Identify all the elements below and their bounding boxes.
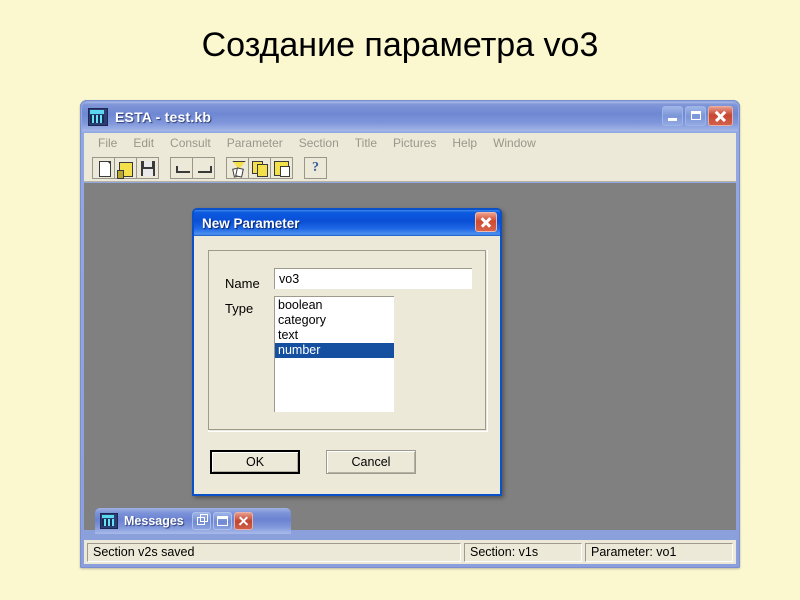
menu-item-help[interactable]: Help [444,135,485,152]
maximize-icon [691,111,701,120]
save-floppy-icon [141,160,155,176]
menu-item-parameter[interactable]: Parameter [219,135,291,152]
open-button[interactable] [114,156,137,179]
toolbar-group-file [92,156,159,179]
redo-button[interactable] [192,156,215,179]
dialog-close-button[interactable] [475,212,497,232]
cancel-button[interactable]: Cancel [326,450,416,474]
menu-item-consult[interactable]: Consult [162,135,219,152]
list-item[interactable]: boolean [275,298,394,313]
dialog-title: New Parameter [202,215,300,231]
dialog-body: Name vo3 Type boolean category text numb… [194,236,500,494]
maximize-icon [216,516,228,526]
toolbar-group-clipboard [226,156,293,179]
cut-button[interactable] [226,156,249,179]
window-frame: ESTA - test.kb File Edit Consult Paramet… [80,100,740,568]
status-parameter: Parameter: vo1 [585,542,733,562]
type-listbox[interactable]: boolean category text number [274,296,394,412]
help-button[interactable]: ? [304,156,327,179]
close-button[interactable] [708,106,733,126]
menu-item-section[interactable]: Section [291,135,347,152]
save-button[interactable] [136,156,159,179]
new-document-button[interactable] [92,156,115,179]
close-icon [714,110,727,122]
mdi-client-area: New Parameter Name vo3 Type boolean cate… [84,183,736,534]
dialog-titlebar[interactable]: New Parameter [194,210,500,236]
page-title: Создание параметра vo3 [201,26,599,64]
status-section: Section: v1s [464,542,582,562]
toolbar: ? [84,154,736,182]
close-icon [480,217,492,228]
redo-icon [196,163,212,174]
list-item-selected[interactable]: number [275,343,394,358]
status-bar: Section v2s saved Section: v1s Parameter… [84,540,736,564]
window-titlebar[interactable]: ESTA - test.kb [82,102,738,132]
menu-item-edit[interactable]: Edit [125,135,162,152]
undo-button[interactable] [170,156,193,179]
menu-item-file[interactable]: File [90,135,125,152]
messages-maximize-button[interactable] [212,512,232,530]
list-item[interactable]: text [275,328,394,343]
menu-item-window[interactable]: Window [485,135,544,152]
menu-item-title[interactable]: Title [347,135,385,152]
messages-restore-button[interactable] [191,512,211,530]
name-label: Name [225,276,260,291]
minimize-icon [668,118,677,121]
minimize-button[interactable] [662,106,683,126]
messages-window-controls [191,512,253,530]
list-item[interactable]: category [275,313,394,328]
undo-icon [174,163,190,174]
copy-icon [252,160,268,177]
paste-icon [274,160,290,177]
esta-app-icon [88,108,108,126]
new-parameter-dialog: New Parameter Name vo3 Type boolean cate… [192,208,502,496]
new-document-icon [99,160,111,177]
toolbar-group-help: ? [304,156,327,179]
messages-child-window[interactable]: Messages [95,508,291,534]
application-window: ESTA - test.kb File Edit Consult Paramet… [80,100,740,568]
messages-window-title: Messages [124,514,184,528]
menu-item-pictures[interactable]: Pictures [385,135,444,152]
esta-app-icon [100,513,118,529]
ok-button[interactable]: OK [210,450,300,474]
cut-scissors-icon [231,160,246,176]
name-input[interactable]: vo3 [274,268,472,289]
window-title: ESTA - test.kb [115,109,212,125]
copy-button[interactable] [248,156,271,179]
window-controls [662,106,733,126]
restore-icon [196,514,208,525]
menu-bar: File Edit Consult Parameter Section Titl… [84,133,736,154]
help-question-icon: ? [312,159,319,175]
maximize-button[interactable] [685,106,706,126]
dialog-button-row: OK Cancel [210,450,416,474]
messages-close-button[interactable] [233,512,253,530]
paste-button[interactable] [270,156,293,179]
status-message: Section v2s saved [87,542,461,562]
type-label: Type [225,301,254,316]
toolbar-group-edit-history [170,156,215,179]
parameter-fields-groupbox: Name vo3 Type boolean category text numb… [208,250,488,432]
close-icon [238,516,248,526]
open-folder-icon [117,161,133,179]
